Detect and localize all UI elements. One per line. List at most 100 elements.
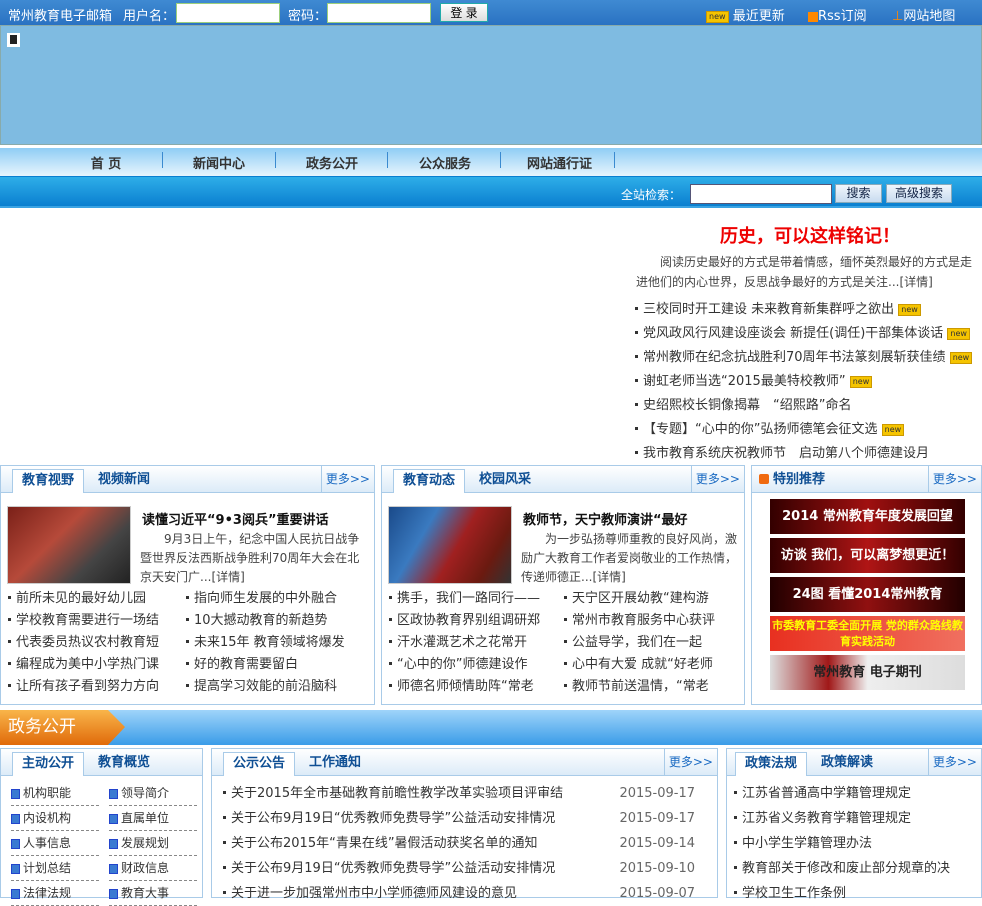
- tab-announcements[interactable]: 公示公告: [223, 752, 296, 776]
- news-title[interactable]: 教师节，天宁教师演讲“最好: [523, 509, 688, 528]
- list-item[interactable]: 关于公布9月19日“优秀教师免费导学”公益活动安排情况 2015-09-17: [222, 806, 703, 831]
- list-item[interactable]: 前所未见的最好幼儿园: [7, 588, 185, 610]
- bullet-icon: [8, 683, 11, 687]
- search-input[interactable]: [690, 184, 832, 204]
- more-link[interactable]: 更多>>: [927, 749, 981, 776]
- list-item[interactable]: 史绍熙校长铜像揭幕 “绍熙路”命名: [634, 394, 982, 418]
- ad-banner[interactable]: 常州教育 电子期刊: [770, 655, 965, 690]
- news-title[interactable]: 读懂习近平“9•3阅兵”重要讲话: [142, 509, 329, 528]
- list-item[interactable]: 机构职能: [11, 781, 99, 806]
- news-thumbnail[interactable]: [388, 506, 512, 584]
- list-item[interactable]: 我市教育系统庆祝教师节 启动第八个师德建设月: [634, 442, 982, 466]
- list-item[interactable]: 未来15年 教育领域将爆发: [185, 632, 363, 654]
- list-item[interactable]: 法律法规: [11, 881, 99, 906]
- bullet-icon: [564, 595, 567, 599]
- more-link[interactable]: 更多>>: [663, 749, 717, 776]
- list-item[interactable]: 代表委员热议农村教育短: [7, 632, 185, 654]
- list-item[interactable]: 携手，我们一路同行——: [388, 588, 563, 610]
- nav-home[interactable]: 首 页: [76, 153, 136, 172]
- list-item[interactable]: 常州教师在纪念抗战胜利70周年书法篆刻展斩获佳绩 new: [634, 346, 982, 370]
- list-item[interactable]: 指向师生发展的中外融合: [185, 588, 363, 610]
- ad-banner[interactable]: 市委教育工委全面开展 党的群众路线教育实践活动: [770, 616, 965, 651]
- login-button[interactable]: 登 录: [440, 3, 488, 22]
- list-item[interactable]: 三校同时开工建设 未来教育新集群呼之欲出 new: [634, 298, 982, 322]
- bullet-icon: [635, 378, 638, 382]
- list-item[interactable]: 关于公布9月19日“优秀教师免费导学”公益活动安排情况 2015-09-10: [222, 856, 703, 881]
- list-item[interactable]: “心中的你”师德建设作: [388, 654, 563, 676]
- recent-updates-link[interactable]: new 最近更新: [706, 5, 785, 24]
- list-item[interactable]: 人事信息: [11, 831, 99, 856]
- nav-passport[interactable]: 网站通行证: [522, 153, 597, 172]
- list-item[interactable]: 内设机构: [11, 806, 99, 831]
- list-item[interactable]: 提高学习效能的前沿脑科: [185, 676, 363, 698]
- list-item[interactable]: 财政信息: [109, 856, 197, 881]
- rss-link[interactable]: Rss订阅: [808, 5, 867, 24]
- bullet-icon: [734, 790, 737, 794]
- list-item[interactable]: 让所有孩子看到努力方向: [7, 676, 185, 698]
- list-item[interactable]: 学校教育需要进行一场结: [7, 610, 185, 632]
- nav-gov[interactable]: 政务公开: [302, 153, 362, 172]
- list-item[interactable]: 江苏省普通高中学籍管理规定: [733, 781, 967, 806]
- tab-policies[interactable]: 政策法规: [735, 752, 808, 776]
- list-item[interactable]: 常州市教育服务中心获评: [563, 610, 738, 632]
- list-item[interactable]: 师德名师倾情助阵“常老: [388, 676, 563, 698]
- news-thumbnail[interactable]: [7, 506, 131, 584]
- list-item[interactable]: 10大撼动教育的新趋势: [185, 610, 363, 632]
- ad-banner[interactable]: 访谈 我们，可以离梦想更近！: [770, 538, 965, 573]
- headline-title[interactable]: 历史，可以这样铭记！: [720, 222, 900, 248]
- list-item[interactable]: 汗水灌溉艺术之花常开: [388, 632, 563, 654]
- list-item[interactable]: 天宁区开展幼教“建构游: [563, 588, 738, 610]
- arrow-icon: [109, 813, 118, 824]
- list-item[interactable]: 发展规划: [109, 831, 197, 856]
- list-item[interactable]: 党风政风行风建设座谈会 新提任(调任)干部集体谈话 new: [634, 322, 982, 346]
- banner-placeholder-icon: [7, 33, 20, 47]
- tab-active-disclosure[interactable]: 主动公开: [12, 752, 85, 776]
- list-item[interactable]: 学校卫生工作条例: [733, 881, 967, 906]
- list-item[interactable]: 领导简介: [109, 781, 197, 806]
- list-item[interactable]: 关于进一步加强常州市中小学师德师风建设的意见 2015-09-07: [222, 881, 703, 906]
- username-input[interactable]: [176, 3, 280, 23]
- search-button[interactable]: 搜索: [835, 184, 882, 203]
- more-link[interactable]: 更多>>: [690, 466, 744, 493]
- more-link[interactable]: 更多>>: [927, 466, 981, 493]
- list-item[interactable]: 心中有大爱 成就“好老师: [563, 654, 738, 676]
- list-item[interactable]: 关于公布2015年“青果在线”暑假活动获奖名单的通知 2015-09-14: [222, 831, 703, 856]
- bullet-icon: [8, 639, 11, 643]
- more-link[interactable]: 更多>>: [320, 466, 374, 493]
- list-item[interactable]: 区政协教育界别组调研郑: [388, 610, 563, 632]
- bullet-icon: [635, 306, 638, 310]
- list-item[interactable]: 好的教育需要留白: [185, 654, 363, 676]
- list-item[interactable]: 教育大事: [109, 881, 197, 906]
- list-item[interactable]: 公益导学，我们在一起: [563, 632, 738, 654]
- list-item[interactable]: 关于2015年全市基础教育前瞻性教学改革实验项目评审结 2015-09-17: [222, 781, 703, 806]
- bullet-icon: [389, 661, 392, 665]
- password-input[interactable]: [327, 3, 431, 23]
- list-item[interactable]: 江苏省义务教育学籍管理规定: [733, 806, 967, 831]
- list-item[interactable]: 教师节前送温情，“常老: [563, 676, 738, 698]
- list-item[interactable]: 谢虹老师当选“2015最美特校教师” new: [634, 370, 982, 394]
- nav-public[interactable]: 公众服务: [415, 153, 475, 172]
- list-item[interactable]: 编程成为美中小学热门课: [7, 654, 185, 676]
- tab-education-vision[interactable]: 教育视野: [12, 469, 85, 493]
- list-item[interactable]: 教育部关于修改和废止部分规章的决: [733, 856, 967, 881]
- bullet-icon: [564, 661, 567, 665]
- sitemap-link[interactable]: ⊥网站地图: [892, 5, 955, 24]
- advanced-search-button[interactable]: 高级搜索: [886, 184, 952, 203]
- bullet-icon: [389, 683, 392, 687]
- list-item[interactable]: 直属单位: [109, 806, 197, 831]
- ad-banner[interactable]: 24图 看懂2014常州教育: [770, 577, 965, 612]
- tab-education-dynamics[interactable]: 教育动态: [393, 469, 466, 493]
- tab-policy-interpretation[interactable]: 政策解读: [812, 752, 882, 776]
- list-item[interactable]: 计划总结: [11, 856, 99, 881]
- tab-video-news[interactable]: 视频新闻: [89, 469, 159, 493]
- tab-education-overview[interactable]: 教育概览: [89, 752, 159, 776]
- tab-campus[interactable]: 校园风采: [470, 469, 540, 493]
- announcement-list: 关于2015年全市基础教育前瞻性教学改革实验项目评审结 2015-09-17 关于公…: [222, 781, 703, 906]
- arrow-icon: [109, 888, 118, 899]
- list-item[interactable]: 【专题】“心中的你”弘扬师德笔会征文选 new: [634, 418, 982, 442]
- bullet-icon: [635, 354, 638, 358]
- list-item[interactable]: 中小学生学籍管理办法: [733, 831, 967, 856]
- ad-banner[interactable]: 2014 常州教育年度发展回望: [770, 499, 965, 534]
- tab-work-notices[interactable]: 工作通知: [300, 752, 370, 776]
- nav-news[interactable]: 新闻中心: [189, 153, 249, 172]
